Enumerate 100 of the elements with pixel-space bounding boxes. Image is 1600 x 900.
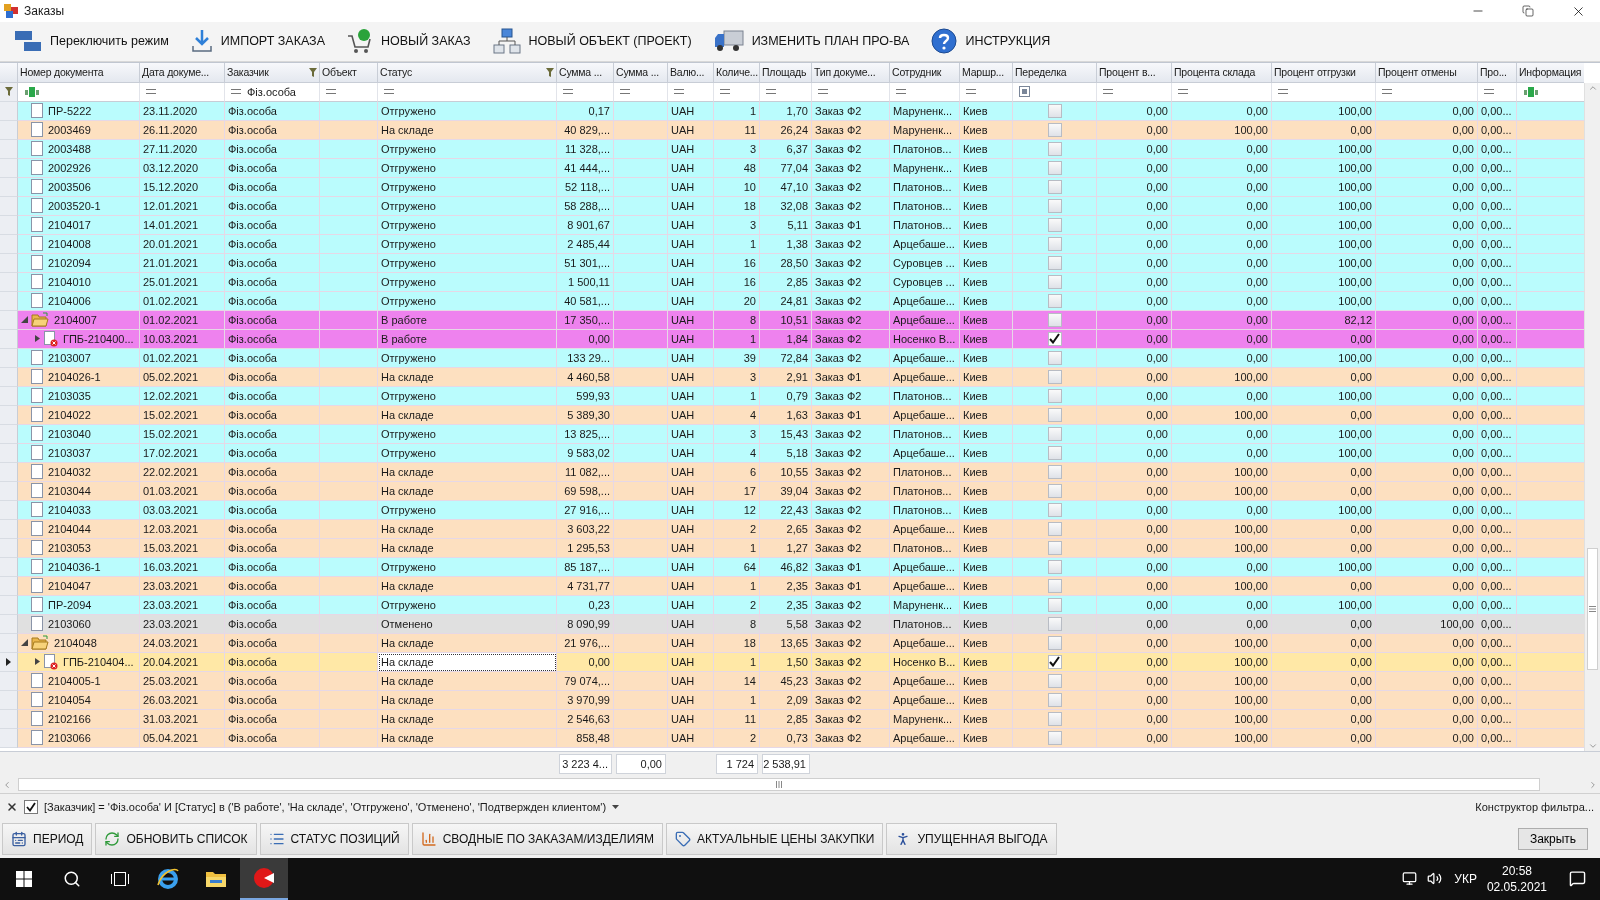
table-cell: 0,00... xyxy=(1478,671,1517,691)
dropdown-caret-icon[interactable] xyxy=(612,805,620,810)
column-header[interactable]: Заказчик xyxy=(225,62,320,83)
total-cell: 0,00 xyxy=(616,754,666,775)
table-cell: 39 xyxy=(714,348,760,368)
toolbar-button[interactable]: ИЗМЕНИТЬ ПЛАН ПРО-ВА xyxy=(709,27,914,56)
column-header[interactable]: Номер документа xyxy=(18,62,140,83)
document-icon xyxy=(31,445,43,461)
checkbox[interactable] xyxy=(1047,369,1062,384)
checkbox[interactable] xyxy=(1047,654,1062,669)
keyboard-language[interactable]: УКР xyxy=(1454,872,1477,886)
checkbox[interactable] xyxy=(1047,388,1062,403)
table-cell: 2,91 xyxy=(760,367,812,387)
column-header[interactable]: Процент в... xyxy=(1097,62,1172,83)
checkbox[interactable] xyxy=(1047,597,1062,612)
checkbox[interactable] xyxy=(1047,350,1062,365)
table-cell: Фіз.особа xyxy=(225,120,320,140)
checkbox[interactable] xyxy=(1047,312,1062,327)
document-number: 2104054 xyxy=(47,693,91,706)
checkbox[interactable] xyxy=(1047,179,1062,194)
filter-builder-link[interactable]: Конструктор фильтра... xyxy=(1475,801,1594,814)
action-button[interactable]: ОБНОВИТЬ СПИСОК xyxy=(95,823,257,856)
checkbox[interactable] xyxy=(1047,274,1062,289)
checkbox[interactable] xyxy=(1047,464,1062,479)
column-header[interactable]: Статус xyxy=(378,62,557,83)
column-header[interactable]: Про... xyxy=(1478,62,1517,83)
toolbar-button[interactable]: Переключить режим xyxy=(10,27,173,56)
vertical-scrollbar[interactable] xyxy=(1584,82,1600,752)
checkbox[interactable] xyxy=(1047,236,1062,251)
table-cell: Арцебаше... xyxy=(890,519,960,539)
column-header[interactable]: Количе... xyxy=(714,62,760,83)
table-cell: Киев xyxy=(960,595,1013,615)
checkbox[interactable] xyxy=(1047,692,1062,707)
column-header[interactable]: Маршр... xyxy=(960,62,1013,83)
checkbox[interactable] xyxy=(1047,331,1062,346)
document-number: 2104007 xyxy=(53,313,97,326)
volume-icon[interactable] xyxy=(1427,871,1443,887)
checkbox[interactable] xyxy=(1047,502,1062,517)
close-filter-icon[interactable] xyxy=(6,801,18,814)
column-header[interactable]: Дата докуме... xyxy=(140,62,225,83)
checkbox[interactable] xyxy=(1047,141,1062,156)
checkbox[interactable] xyxy=(24,800,38,815)
close-window-button[interactable]: Закрыть xyxy=(1518,828,1588,851)
column-header[interactable]: Сумма ... xyxy=(557,62,614,83)
column-header[interactable]: Валю... xyxy=(668,62,714,83)
checkbox[interactable] xyxy=(1047,407,1062,422)
column-header[interactable]: Тип докуме... xyxy=(812,62,890,83)
tree-expander[interactable] xyxy=(34,658,41,666)
action-button[interactable]: УПУЩЕННАЯ ВЫГОДА xyxy=(886,823,1057,856)
checkbox[interactable] xyxy=(1047,445,1062,460)
column-header[interactable]: Площадь xyxy=(760,62,812,83)
column-header[interactable]: Сотрудник xyxy=(890,62,960,83)
network-icon[interactable] xyxy=(1402,871,1418,887)
column-header[interactable]: Процент отмены xyxy=(1376,62,1478,83)
table-cell: 0,00 xyxy=(1097,652,1172,672)
checkbox[interactable] xyxy=(1047,160,1062,175)
toolbar-button[interactable]: ИМПОРТ ЗАКАЗА xyxy=(186,27,329,56)
checkbox[interactable] xyxy=(1047,635,1062,650)
checkbox[interactable] xyxy=(1047,616,1062,631)
checkbox[interactable] xyxy=(1047,730,1062,745)
action-button[interactable]: СТАТУС ПОЗИЦИЙ xyxy=(259,823,409,856)
checkbox[interactable] xyxy=(1047,559,1062,574)
column-header[interactable]: Процента склада xyxy=(1172,62,1272,83)
action-button[interactable]: АКТУАЛЬНЫЕ ЦЕНЫ ЗАКУПКИ xyxy=(665,823,884,856)
checkbox[interactable] xyxy=(1047,673,1062,688)
tree-expander[interactable] xyxy=(34,335,41,343)
tree-expander[interactable] xyxy=(21,316,28,324)
checkbox[interactable] xyxy=(1047,578,1062,593)
table-cell: 100,00 xyxy=(1272,272,1376,292)
column-header[interactable]: Сумма ... xyxy=(614,62,668,83)
column-header[interactable]: Информация xyxy=(1517,62,1584,83)
column-header[interactable]: Переделка xyxy=(1013,62,1097,83)
document-icon xyxy=(31,464,43,480)
toolbar-button[interactable]: НОВЫЙ ЗАКАЗ xyxy=(343,26,475,57)
table-cell: 0,00... xyxy=(1478,538,1517,558)
toolbar-button[interactable]: ИНСТРУКЦИЯ xyxy=(927,26,1055,57)
checkbox[interactable] xyxy=(1047,198,1062,213)
table-cell: Заказ Ф2 xyxy=(812,500,890,520)
table-cell: Маруненк... xyxy=(890,101,960,121)
action-button[interactable]: СВОДНЫЕ ПО ЗАКАЗАМ/ИЗДЕЛИЯМ xyxy=(411,823,663,856)
action-button[interactable]: ПЕРИОД xyxy=(2,823,93,856)
checkbox[interactable] xyxy=(1047,293,1062,308)
table-cell: 100,00 xyxy=(1172,633,1272,653)
table-cell: Киев xyxy=(960,557,1013,577)
checkbox[interactable] xyxy=(1047,255,1062,270)
notification-icon[interactable] xyxy=(1569,870,1586,888)
checkbox[interactable] xyxy=(1047,217,1062,232)
checkbox[interactable] xyxy=(1047,103,1062,118)
table-cell: UAH xyxy=(668,291,714,311)
column-header[interactable]: Процент отгрузки xyxy=(1272,62,1376,83)
checkbox[interactable] xyxy=(1047,711,1062,726)
checkbox[interactable] xyxy=(1047,122,1062,137)
toolbar-button[interactable]: НОВЫЙ ОБЪЕКТ (ПРОЕКТ) xyxy=(488,26,696,57)
checkbox[interactable] xyxy=(1047,540,1062,555)
tree-expander[interactable] xyxy=(21,639,28,647)
checkbox[interactable] xyxy=(1047,483,1062,498)
taskbar-app[interactable] xyxy=(240,858,288,900)
checkbox[interactable] xyxy=(1047,521,1062,536)
column-header[interactable]: Объект xyxy=(320,62,378,83)
checkbox[interactable] xyxy=(1047,426,1062,441)
